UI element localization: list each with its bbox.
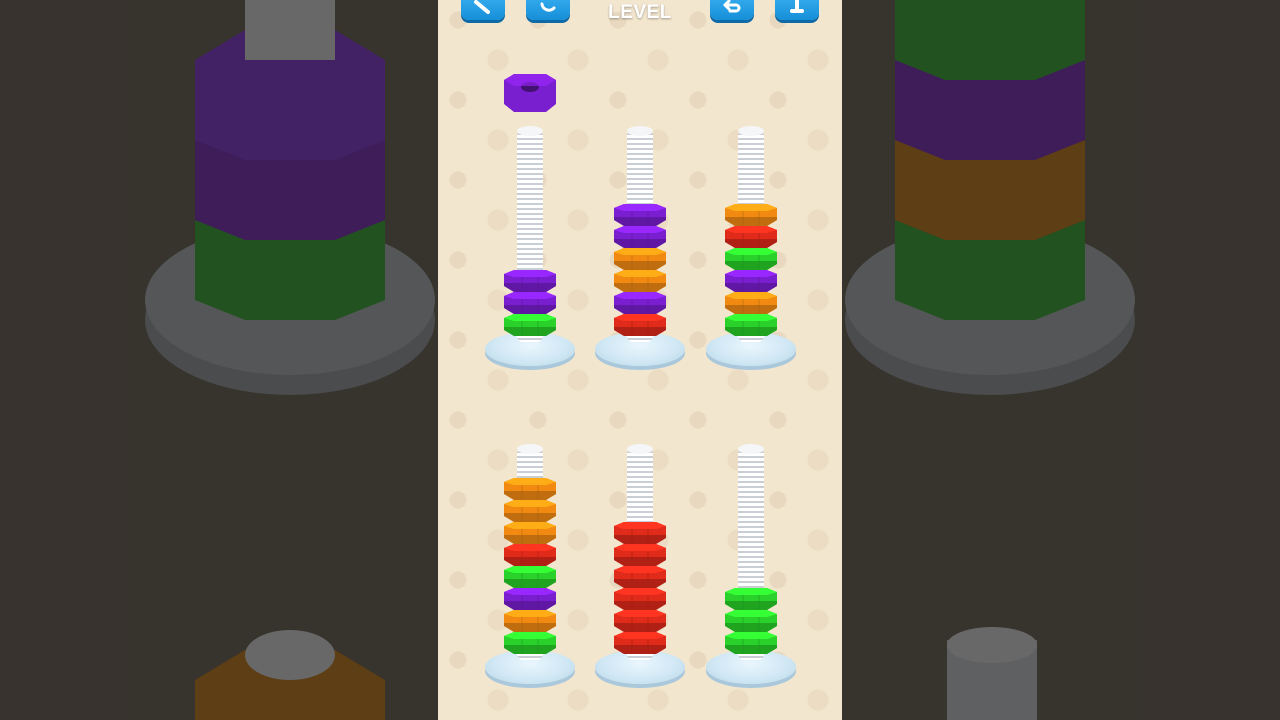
nut-red xyxy=(610,610,670,632)
nut-orange xyxy=(500,500,560,522)
bolt-tip xyxy=(517,444,543,454)
nut-green xyxy=(721,610,781,632)
bolt-tip xyxy=(738,444,764,454)
nut-orange xyxy=(500,478,560,500)
nut-red xyxy=(500,544,560,566)
nut-green xyxy=(721,632,781,654)
blurred-background-right xyxy=(842,0,1280,720)
bolt-tip xyxy=(627,444,653,454)
nut-orange xyxy=(500,610,560,632)
nut-green xyxy=(721,588,781,610)
peg-6[interactable] xyxy=(705,0,797,720)
nut-green xyxy=(500,632,560,654)
peg-5[interactable] xyxy=(594,0,686,720)
nut-purple xyxy=(500,588,560,610)
nut-orange xyxy=(500,522,560,544)
nut-red xyxy=(610,566,670,588)
lifted-nut-purple[interactable] xyxy=(500,72,560,114)
game-board: LEVEL xyxy=(438,0,842,720)
nut-red xyxy=(610,544,670,566)
nut-red xyxy=(610,522,670,544)
nut-red xyxy=(610,632,670,654)
nut-green xyxy=(500,566,560,588)
nut-red xyxy=(610,588,670,610)
blurred-background-left xyxy=(0,0,438,720)
